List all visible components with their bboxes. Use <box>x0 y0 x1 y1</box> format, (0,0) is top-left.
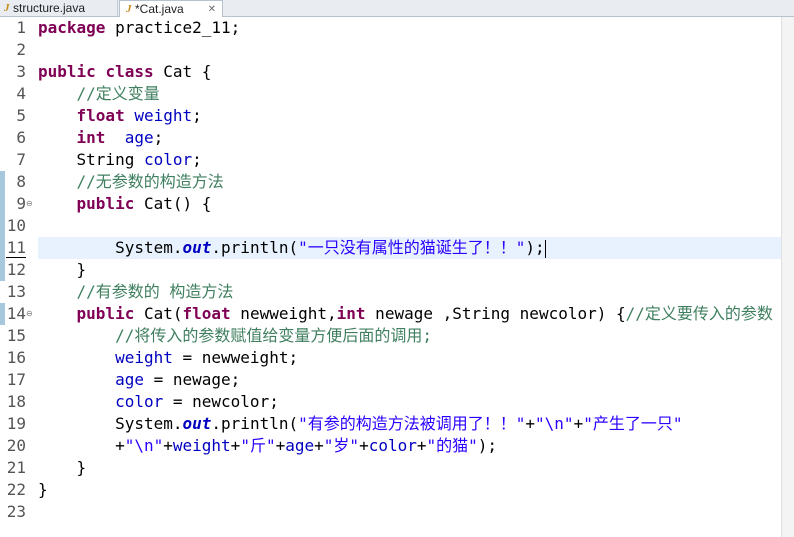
code-text[interactable]: age = newage; <box>38 369 240 391</box>
code-editor[interactable]: 1 package practice2_11; 2 3 public class… <box>0 17 794 537</box>
tab-label: structure.java <box>13 1 86 15</box>
code-line: 4 //定义变量 <box>0 83 794 105</box>
code-text[interactable]: public Cat() { <box>38 193 212 215</box>
code-text[interactable]: weight = newweight; <box>38 347 298 369</box>
code-line: 18 color = newcolor; <box>0 391 794 413</box>
fold-toggle-icon[interactable]: ⊖ <box>26 199 33 208</box>
line-number: 21 <box>6 458 26 477</box>
code-text[interactable]: System.out.println("一只没有属性的猫诞生了！！"); <box>38 237 546 259</box>
text-caret <box>544 239 546 258</box>
code-text[interactable]: //定义变量 <box>38 83 160 105</box>
tab-structure-java[interactable]: J structure.java <box>0 0 118 16</box>
code-line: 16 weight = newweight; <box>0 347 794 369</box>
code-text[interactable]: //将传入的参数赋值给变量方便后面的调用; <box>38 325 432 347</box>
fold-toggle-icon[interactable]: ⊖ <box>26 309 33 318</box>
line-number: 6 <box>16 128 26 147</box>
code-line: 19 System.out.println("有参的构造方法被调用了！！"+"\… <box>0 413 794 435</box>
code-line: 21 } <box>0 457 794 479</box>
close-icon[interactable]: ✕ <box>208 4 216 15</box>
code-lines: 1 package practice2_11; 2 3 public class… <box>0 17 794 523</box>
code-text[interactable]: public class Cat { <box>38 61 211 83</box>
line-number: 13 <box>6 282 26 301</box>
code-text[interactable]: float weight; <box>38 105 202 127</box>
code-line: 20 +"\n"+weight+"斤"+age+"岁"+color+"的猫"); <box>0 435 794 457</box>
code-text[interactable]: System.out.println("有参的构造方法被调用了！！"+"\n"+… <box>38 413 682 435</box>
line-number: 5 <box>16 106 26 125</box>
tab-label: *Cat.java <box>135 2 184 16</box>
line-number: 23 <box>6 502 26 521</box>
tab-cat-java[interactable]: J *Cat.java ✕ <box>119 0 223 17</box>
code-line: 13 //有参数的 构造方法 <box>0 281 794 303</box>
eclipse-editor-window: J structure.java J *Cat.java ✕ 1 package… <box>0 0 794 537</box>
editor-tab-bar: J structure.java J *Cat.java ✕ <box>0 0 794 17</box>
code-line: 3 public class Cat { <box>0 61 794 83</box>
java-file-icon: J <box>126 2 132 15</box>
current-line-marker <box>6 257 26 258</box>
line-number: 22 <box>6 480 26 499</box>
line-number: 7 <box>16 150 26 169</box>
code-line: 10 <box>0 215 794 237</box>
code-line-current: 11 System.out.println("一只没有属性的猫诞生了！！"); <box>0 237 794 259</box>
code-text[interactable]: color = newcolor; <box>38 391 279 413</box>
line-number: 12 <box>6 260 26 279</box>
line-number: 10 <box>6 216 26 235</box>
code-line: 14 ⊖ public Cat(float newweight,int newa… <box>0 303 794 325</box>
line-number: 1 <box>16 18 26 37</box>
line-number: 3 <box>16 62 26 81</box>
code-line: 22 } <box>0 479 794 501</box>
code-line: 9 ⊖ public Cat() { <box>0 193 794 215</box>
code-line: 17 age = newage; <box>0 369 794 391</box>
code-text[interactable]: } <box>38 457 87 479</box>
code-text[interactable]: String color; <box>38 149 202 171</box>
code-line: 6 int age; <box>0 127 794 149</box>
code-line: 12 } <box>0 259 794 281</box>
code-line: 15 //将传入的参数赋值给变量方便后面的调用; <box>0 325 794 347</box>
line-number: 2 <box>16 40 26 59</box>
line-number: 18 <box>6 392 26 411</box>
code-text[interactable]: //无参数的构造方法 <box>38 171 224 193</box>
code-text[interactable]: +"\n"+weight+"斤"+age+"岁"+color+"的猫"); <box>38 435 497 457</box>
line-number: 19 <box>6 414 26 433</box>
code-line: 1 package practice2_11; <box>0 17 794 39</box>
code-text[interactable]: public Cat(float newweight,int newage ,S… <box>38 303 773 325</box>
line-number: 11 <box>6 238 26 257</box>
code-text[interactable]: int age; <box>38 127 164 149</box>
line-number: 14 <box>6 304 26 323</box>
line-number: 15 <box>6 326 26 345</box>
line-number: 17 <box>6 370 26 389</box>
vertical-scrollbar[interactable] <box>781 17 794 537</box>
line-number: 9 <box>16 194 26 213</box>
line-number: 20 <box>6 436 26 455</box>
code-line: 7 String color; <box>0 149 794 171</box>
code-text[interactable]: package practice2_11; <box>38 17 240 39</box>
code-line: 2 <box>0 39 794 61</box>
line-number: 16 <box>6 348 26 367</box>
line-number: 8 <box>16 172 26 191</box>
code-line: 23 <box>0 501 794 523</box>
java-file-icon: J <box>4 1 10 14</box>
code-line: 8 //无参数的构造方法 <box>0 171 794 193</box>
line-number: 4 <box>16 84 26 103</box>
code-text[interactable]: //有参数的 构造方法 <box>38 281 234 303</box>
code-text[interactable]: } <box>38 479 48 501</box>
code-text[interactable]: } <box>38 259 87 281</box>
code-line: 5 float weight; <box>0 105 794 127</box>
